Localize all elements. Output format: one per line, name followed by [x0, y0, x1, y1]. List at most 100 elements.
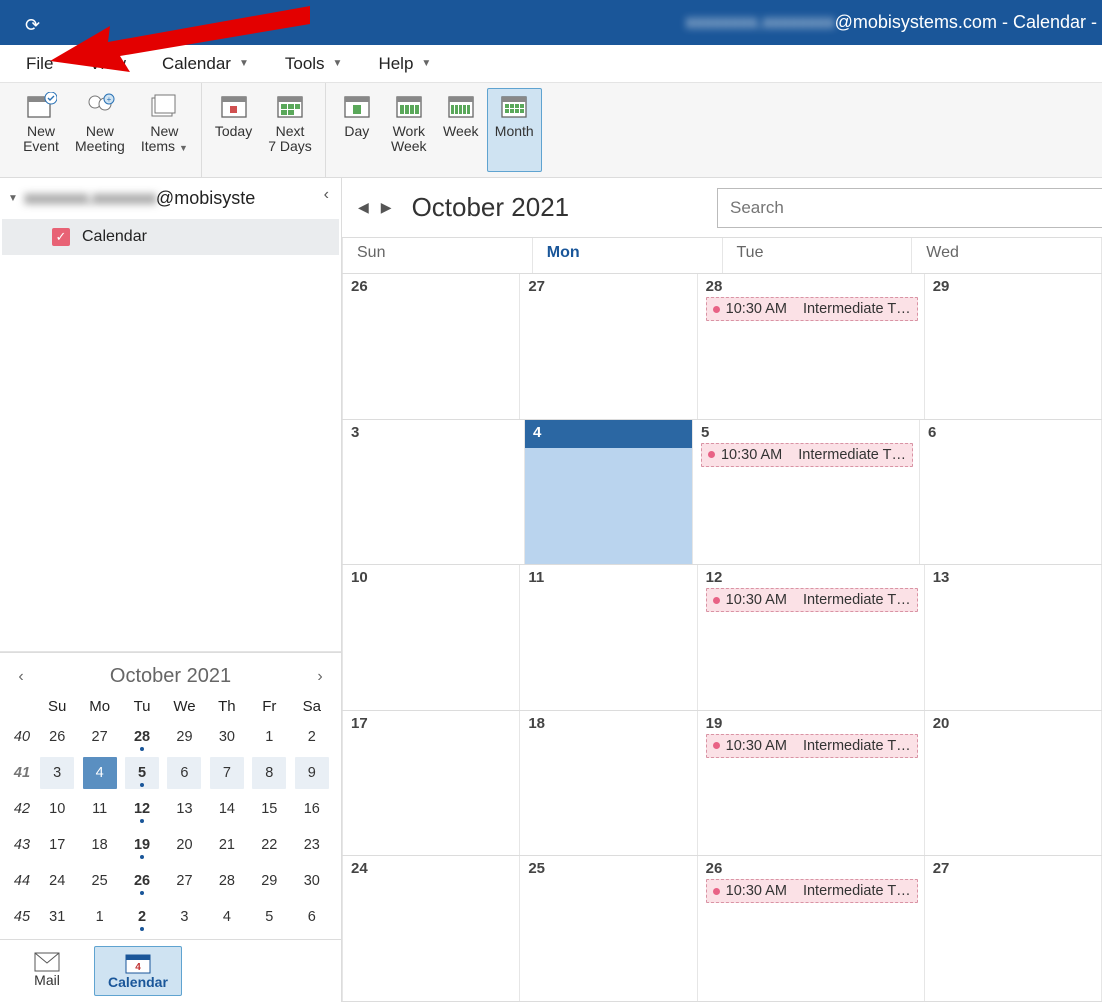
calendar-cell[interactable]: 1910:30 AM Intermediate T…: [698, 711, 925, 856]
nav-mail[interactable]: Mail: [20, 946, 74, 996]
minical-day[interactable]: 13: [163, 791, 205, 827]
calendar-cell[interactable]: 29: [925, 274, 1102, 419]
minical-day[interactable]: 6: [163, 755, 205, 791]
minical-day[interactable]: 1: [248, 719, 290, 755]
calendar-checkbox-row[interactable]: ✓ Calendar: [2, 219, 339, 255]
calendar-cell[interactable]: 2810:30 AM Intermediate T…: [698, 274, 925, 419]
minical-prev[interactable]: ‹: [12, 668, 30, 686]
minical-day[interactable]: 2: [291, 719, 333, 755]
minical-day[interactable]: 22: [248, 827, 290, 863]
minical-day[interactable]: 23: [291, 827, 333, 863]
menu-view[interactable]: View: [81, 45, 134, 83]
minical-day[interactable]: 30: [291, 863, 333, 899]
minical-day[interactable]: 4: [206, 899, 248, 935]
calendar-cell[interactable]: 18: [520, 711, 697, 856]
calendar-cell[interactable]: 24: [342, 856, 520, 1001]
minical-day[interactable]: 29: [248, 863, 290, 899]
week-view-button[interactable]: Week: [435, 88, 487, 172]
menu-help[interactable]: Help▼: [370, 45, 439, 83]
calendar-cell[interactable]: 17: [342, 711, 520, 856]
calendar-main: ◀ ▶ October 2021 SunMonTueWed 26272810:3…: [342, 178, 1102, 1002]
calendar-cell[interactable]: 4: [525, 420, 693, 565]
minical-day[interactable]: 26: [36, 719, 78, 755]
minical-day[interactable]: 3: [163, 899, 205, 935]
calendar-cell[interactable]: 27: [925, 856, 1102, 1001]
minical-day[interactable]: 8: [248, 755, 290, 791]
next-7-days-button[interactable]: Next7 Days: [260, 88, 320, 172]
menu-file[interactable]: File: [18, 45, 61, 83]
minical-day[interactable]: 18: [78, 827, 120, 863]
label: NewEvent: [23, 124, 59, 154]
minical-day[interactable]: 5: [121, 755, 163, 791]
minical-day[interactable]: 11: [78, 791, 120, 827]
calendar-cell[interactable]: 25: [520, 856, 697, 1001]
calendar-cell[interactable]: 26: [342, 274, 520, 419]
calendar-event[interactable]: 10:30 AM Intermediate T…: [706, 588, 918, 612]
account-row[interactable]: ▼ xxxxxxxx.xxxxxxxx@mobisyste: [0, 178, 341, 215]
calendar-cell[interactable]: 1210:30 AM Intermediate T…: [698, 565, 925, 710]
calendar-cell[interactable]: 6: [920, 420, 1102, 565]
new-event-button[interactable]: NewEvent: [15, 88, 67, 172]
checkbox-checked-icon[interactable]: ✓: [52, 228, 70, 246]
calendar-event[interactable]: 10:30 AM Intermediate T…: [706, 734, 918, 758]
today-button[interactable]: Today: [207, 88, 260, 172]
month-icon: [496, 92, 532, 120]
day-view-button[interactable]: Day: [331, 88, 383, 172]
title-bar: ⟳ xxxxxxxx.xxxxxxxx@mobisystems.com - Ca…: [0, 0, 1102, 45]
calendar-cell[interactable]: 10: [342, 565, 520, 710]
minical-day[interactable]: 29: [163, 719, 205, 755]
minical-day[interactable]: 10: [36, 791, 78, 827]
minical-day[interactable]: 28: [206, 863, 248, 899]
calendar-event[interactable]: 10:30 AM Intermediate T…: [706, 879, 918, 903]
minical-day[interactable]: 2: [121, 899, 163, 935]
calendar-event[interactable]: 10:30 AM Intermediate T…: [706, 297, 918, 321]
month-view-button[interactable]: Month: [487, 88, 542, 172]
minical-day[interactable]: 30: [206, 719, 248, 755]
minical-day[interactable]: 17: [36, 827, 78, 863]
minical-day[interactable]: 24: [36, 863, 78, 899]
collapse-sidebar-icon[interactable]: ‹: [324, 186, 329, 204]
calendar-cell[interactable]: 11: [520, 565, 697, 710]
weekday-label: Sun: [342, 238, 533, 273]
minical-day[interactable]: 27: [78, 719, 120, 755]
minical-day[interactable]: 1: [78, 899, 120, 935]
minical-day[interactable]: 6: [291, 899, 333, 935]
nav-calendar[interactable]: 4 Calendar: [94, 946, 182, 996]
minical-day[interactable]: 20: [163, 827, 205, 863]
mail-icon: [34, 952, 60, 972]
minical-day[interactable]: 21: [206, 827, 248, 863]
minical-day[interactable]: 5: [248, 899, 290, 935]
work-week-view-button[interactable]: WorkWeek: [383, 88, 435, 172]
calendar-cell[interactable]: 27: [520, 274, 697, 419]
next-month[interactable]: ▶: [375, 195, 398, 220]
minical-day[interactable]: 16: [291, 791, 333, 827]
minical-day[interactable]: 31: [36, 899, 78, 935]
calendar-cell[interactable]: 13: [925, 565, 1102, 710]
calendar-cell[interactable]: 20: [925, 711, 1102, 856]
minical-day[interactable]: 9: [291, 755, 333, 791]
calendar-cell[interactable]: 510:30 AM Intermediate T…: [693, 420, 920, 565]
search-input[interactable]: [717, 188, 1102, 228]
minical-day[interactable]: 15: [248, 791, 290, 827]
minical-day[interactable]: 25: [78, 863, 120, 899]
refresh-icon[interactable]: ⟳: [25, 15, 40, 36]
minical-day[interactable]: 27: [163, 863, 205, 899]
new-items-button[interactable]: NewItems ▼: [133, 88, 196, 172]
prev-month[interactable]: ◀: [352, 195, 375, 220]
calendar-event[interactable]: 10:30 AM Intermediate T…: [701, 443, 913, 467]
menu-calendar[interactable]: Calendar▼: [154, 45, 257, 83]
minical-day[interactable]: 28: [121, 719, 163, 755]
minical-day[interactable]: 4: [78, 755, 120, 791]
calendar-cell[interactable]: 2610:30 AM Intermediate T…: [698, 856, 925, 1001]
menu-tools[interactable]: Tools▼: [277, 45, 351, 83]
minical-day[interactable]: 19: [121, 827, 163, 863]
minical-day[interactable]: 3: [36, 755, 78, 791]
minical-next[interactable]: ›: [311, 668, 329, 686]
label: NewMeeting: [75, 124, 125, 154]
minical-day[interactable]: 7: [206, 755, 248, 791]
minical-day[interactable]: 14: [206, 791, 248, 827]
minical-day[interactable]: 12: [121, 791, 163, 827]
minical-day[interactable]: 26: [121, 863, 163, 899]
new-meeting-button[interactable]: + NewMeeting: [67, 88, 133, 172]
calendar-cell[interactable]: 3: [342, 420, 525, 565]
